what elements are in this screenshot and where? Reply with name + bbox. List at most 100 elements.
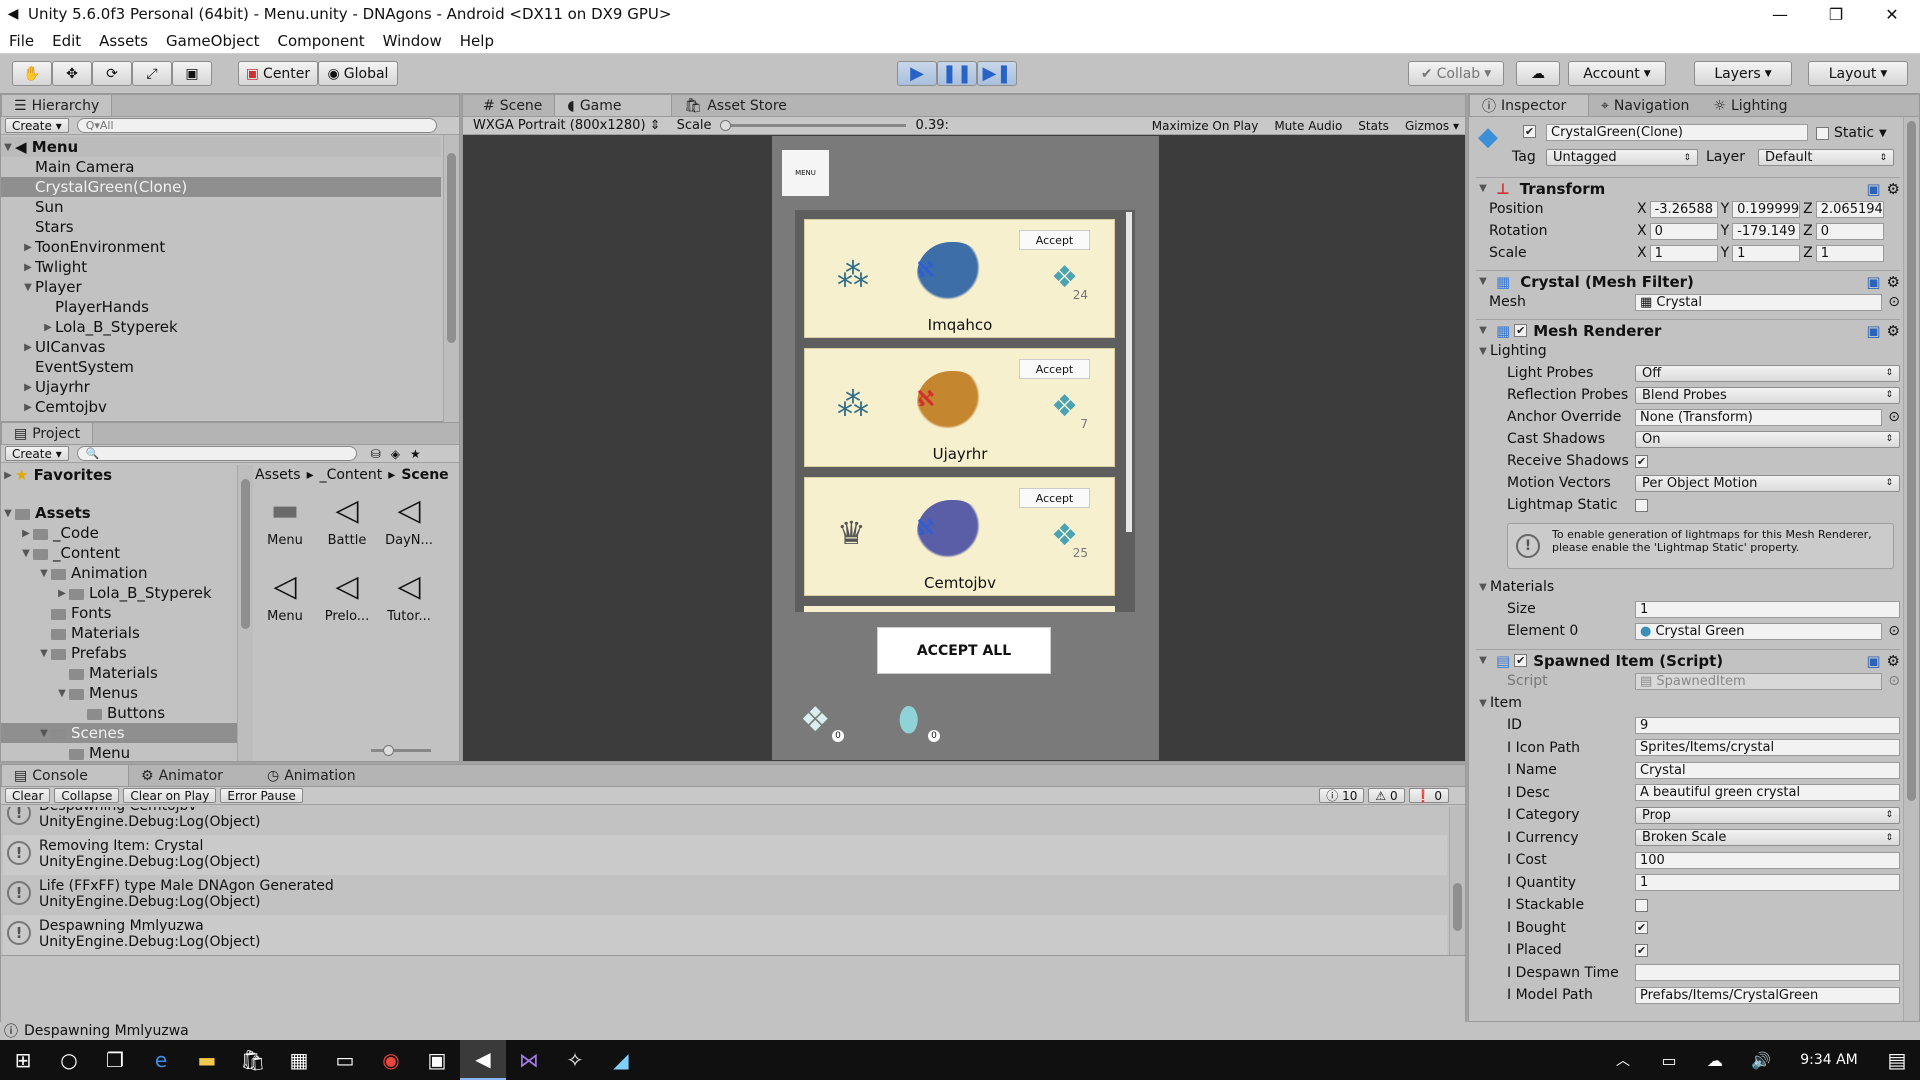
scale-y-field[interactable]: 1 (1732, 244, 1801, 262)
project-folder-item[interactable]: ▶ Lola_B_Styperek (1, 583, 237, 603)
menu-window[interactable]: Window (374, 32, 451, 50)
accept-all-button[interactable]: ACCEPT ALL (877, 627, 1051, 674)
mesh-renderer-enabled-checkbox[interactable]: ✔ (1514, 324, 1528, 337)
hierarchy-item[interactable]: ▶ Twlight (1, 257, 441, 277)
hierarchy-item[interactable]: ▼ Player (1, 277, 441, 297)
console-log-entry[interactable]: ! Removing Item: Crystal UnityEngine.Debug… (3, 835, 1447, 875)
gear-icon[interactable]: ⚙ (1887, 180, 1900, 198)
item-property-checkbox[interactable]: ✔ (1635, 921, 1648, 934)
expand-arrow-icon[interactable]: ▼ (37, 568, 51, 579)
pause-button[interactable]: ❚❚ (937, 61, 977, 86)
task-view-icon[interactable]: ❐ (92, 1040, 138, 1080)
asset-item[interactable]: ▬ Menu (255, 493, 315, 548)
menu-edit[interactable]: Edit (43, 32, 90, 50)
item-property-field[interactable]: 1 (1635, 874, 1900, 891)
expand-arrow-icon[interactable]: ▶ (21, 242, 35, 253)
cast-shadows-dropdown[interactable]: On ⇕ (1635, 430, 1900, 448)
spawned-item-enabled-checkbox[interactable]: ✔ (1514, 654, 1528, 667)
accept-button[interactable]: Accept (1019, 230, 1090, 250)
expand-arrow-icon[interactable]: ▼ (1, 508, 15, 519)
expand-arrow-icon[interactable]: ▼ (21, 282, 35, 293)
hierarchy-search-input[interactable]: Q▾All (76, 118, 437, 133)
project-folder-item[interactable]: Fonts (1, 603, 237, 623)
project-folder-item[interactable]: ▼ _Content (1, 543, 237, 563)
minimize-button[interactable]: — (1752, 0, 1808, 28)
motion-vectors-dropdown[interactable]: Per Object Motion ⇕ (1635, 474, 1900, 492)
expand-arrow-icon[interactable]: ▶ (21, 262, 35, 273)
position-z-field[interactable]: 2.065194 (1815, 200, 1884, 218)
rect-tool-button[interactable]: ▣ (172, 61, 212, 86)
project-folder-item[interactable]: Menu (1, 743, 237, 761)
store-icon[interactable]: 🛍 (230, 1040, 276, 1080)
hierarchy-item[interactable]: PlayerHands (1, 297, 441, 317)
collab-button[interactable]: ✔ Collab ▼ (1408, 61, 1504, 86)
notifications-icon[interactable]: ▤ (1874, 1040, 1920, 1080)
item-property-checkbox[interactable] (1635, 898, 1648, 912)
play-button[interactable]: ▶ (897, 61, 937, 86)
scroll-thumb[interactable] (447, 153, 456, 343)
asset-item[interactable]: ◁ Prelo... (317, 569, 377, 624)
error-pause-button[interactable]: Error Pause (220, 788, 303, 803)
item-foldout[interactable]: ▼ Item (1476, 693, 1900, 713)
project-folder-item[interactable]: ▼ Prefabs (1, 643, 237, 663)
layers-dropdown[interactable]: Layers ▼ (1694, 61, 1792, 86)
mesh-renderer-header[interactable]: ▼ ▦ ✔ Mesh Renderer ▣ ⚙ (1476, 319, 1900, 341)
hierarchy-item[interactable]: ▶ Ujayrhr (1, 377, 441, 397)
move-tool-button[interactable]: ✥ (52, 61, 92, 86)
rotation-y-field[interactable]: -179.149 (1732, 222, 1801, 240)
scale-slider[interactable] (719, 120, 906, 131)
object-name-field[interactable]: CrystalGreen(Clone) (1546, 124, 1808, 141)
book-icon[interactable]: ▣ (1866, 652, 1880, 670)
book-icon[interactable]: ▣ (1866, 180, 1880, 198)
item-property-field[interactable]: Sprites/Items/crystal (1635, 739, 1900, 756)
anchor-override-field[interactable]: None (Transform) (1635, 408, 1883, 426)
scroll-thumb[interactable] (241, 479, 250, 629)
breadcrumb-assets[interactable]: Assets (255, 467, 301, 483)
inventory-crystal-icon[interactable]: ❖ (800, 700, 830, 740)
hierarchy-item[interactable]: Main Camera (1, 157, 441, 177)
game-app-icon[interactable]: ✧ (552, 1040, 598, 1080)
hand-tool-button[interactable]: ✋ (12, 61, 52, 86)
item-property-field[interactable] (1635, 964, 1900, 981)
console-log-entry[interactable]: ! Despawning Mmlyuzwa UnityEngine.Debug:Lo… (3, 915, 1447, 955)
tab-lighting[interactable]: ☼ Lighting (1701, 95, 1799, 116)
tab-animator[interactable]: ⚙ Animator (129, 765, 255, 786)
volume-icon[interactable]: 🔊 (1738, 1040, 1784, 1080)
tab-navigation[interactable]: ⌖ Navigation (1589, 95, 1701, 116)
project-create-button[interactable]: Create ▾ (5, 446, 69, 461)
item-property-field[interactable]: 100 (1635, 851, 1900, 869)
expand-arrow-icon[interactable]: ▶ (19, 528, 33, 539)
expand-arrow-icon[interactable]: ▶ (41, 322, 55, 333)
expand-arrow-icon[interactable]: ▶ (21, 402, 35, 413)
unity-icon[interactable]: ◀ (460, 1040, 506, 1080)
project-folder-item[interactable]: ▶ _Code (1, 523, 237, 543)
hierarchy-scrollbar[interactable] (443, 135, 459, 423)
file-explorer-icon[interactable]: ▬ (184, 1040, 230, 1080)
layout-dropdown[interactable]: Layout ▼ (1808, 61, 1908, 86)
scene-header[interactable]: ▼ ◀ Menu (1, 137, 441, 157)
static-toggle[interactable]: Static ▼ (1816, 125, 1887, 141)
hierarchy-item[interactable]: EventSystem (1, 357, 441, 377)
breadcrumb-scenes[interactable]: Scene (401, 467, 448, 483)
pivot-global-button[interactable]: ◉ Global (318, 61, 398, 86)
menu-file[interactable]: File (0, 32, 43, 50)
project-folder-item[interactable]: Materials (1, 623, 237, 643)
expand-arrow-icon[interactable]: ▼ (37, 728, 51, 739)
inventory-gem-icon[interactable]: ⬮ (898, 700, 919, 740)
battery-icon[interactable]: ▭ (1646, 1040, 1692, 1080)
rotate-tool-button[interactable]: ⟳ (92, 61, 132, 86)
asset-item[interactable]: ◁ Battle (317, 493, 377, 548)
resolution-dropdown[interactable]: WXGA Portrait (800x1280) ⇕ (467, 118, 667, 133)
terminal-icon[interactable]: ▭ (322, 1040, 368, 1080)
icon-size-slider[interactable] (371, 745, 431, 756)
asset-item[interactable]: ◁ Tutor... (379, 569, 439, 624)
asset-item[interactable]: ◁ Menu (255, 569, 315, 624)
lightmap-static-checkbox[interactable] (1635, 498, 1648, 512)
expand-arrow-icon[interactable]: ▼ (37, 648, 51, 659)
tag-dropdown[interactable]: Untagged ⇕ (1546, 149, 1698, 166)
object-picker-icon[interactable]: ⊙ (1888, 623, 1900, 639)
tab-asset-store[interactable]: 🛍 Asset Store (672, 95, 799, 116)
hierarchy-item[interactable]: ▶ Cemtojbv (1, 397, 441, 417)
materials-size-field[interactable]: 1 (1635, 600, 1900, 618)
cloud-button[interactable]: ☁ (1516, 61, 1560, 86)
